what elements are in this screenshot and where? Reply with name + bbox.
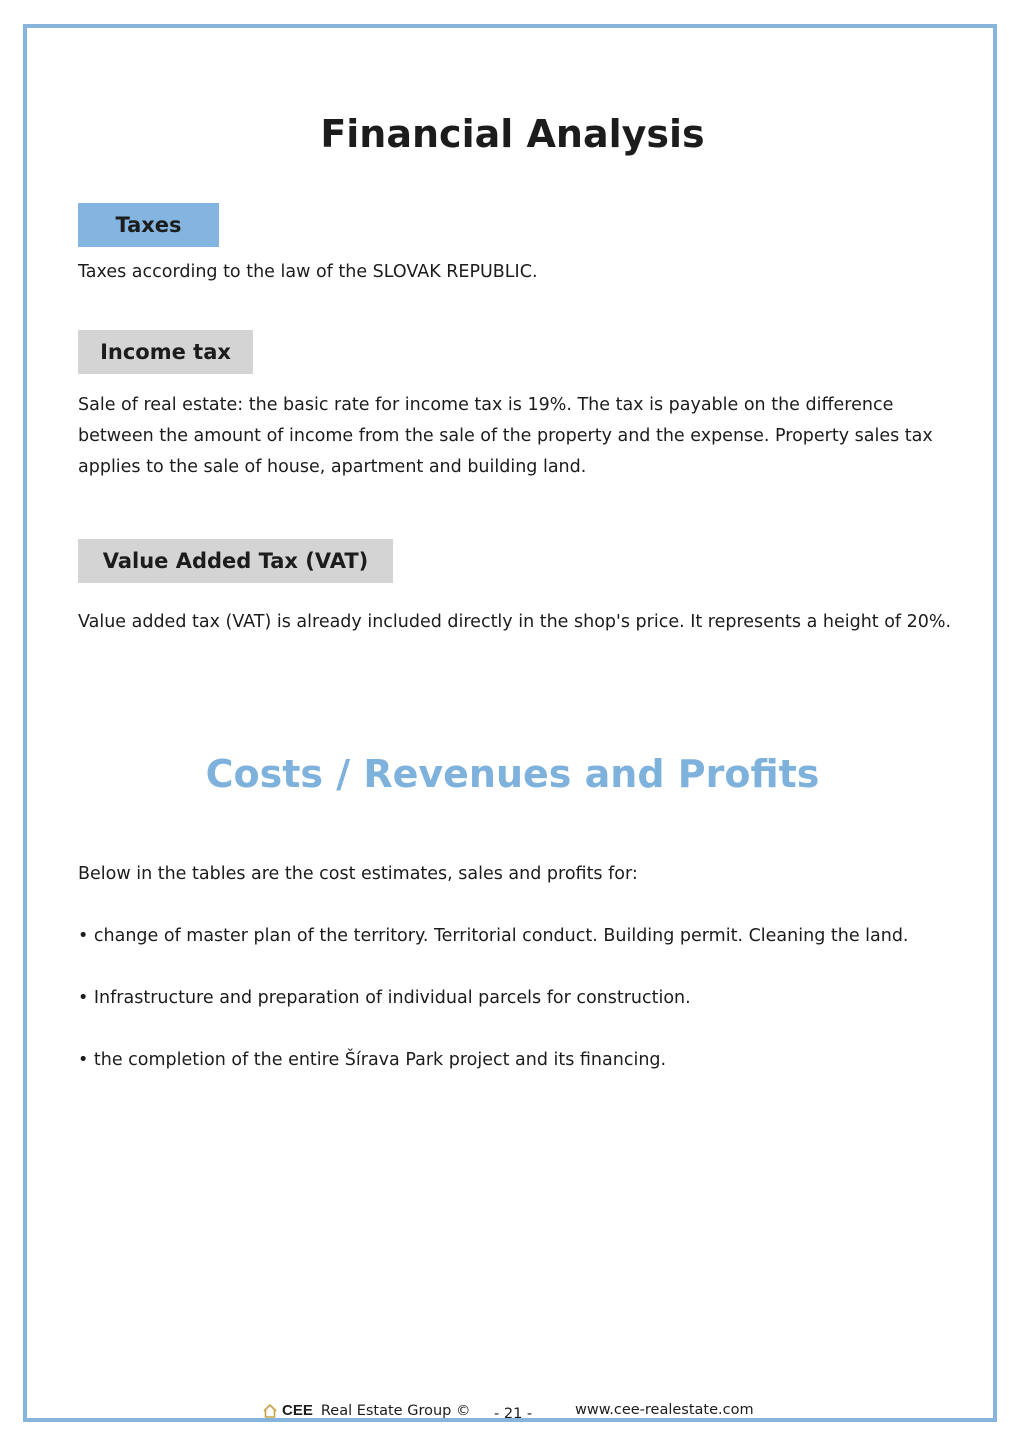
vat-heading: Value Added Tax (VAT) xyxy=(78,539,393,583)
house-icon xyxy=(263,1403,277,1418)
section-subtitle: Costs / Revenues and Profits xyxy=(205,752,820,796)
costs-bullet-2: • Infrastructure and preparation of indi… xyxy=(78,988,691,1008)
taxes-heading: Taxes xyxy=(78,203,219,247)
footer-brand: CEE Real Estate Group © xyxy=(262,1402,470,1419)
income-tax-text: Sale of real estate: the basic rate for … xyxy=(78,395,933,477)
costs-intro: Below in the tables are the cost estimat… xyxy=(78,864,638,884)
footer-website-link[interactable]: www.cee-realestate.com xyxy=(575,1402,754,1418)
taxes-text: Taxes according to the law of the SLOVAK… xyxy=(78,262,538,282)
costs-bullet-1: • change of master plan of the territory… xyxy=(78,926,909,946)
income-tax-heading: Income tax xyxy=(78,330,253,374)
footer-brand-short: CEE xyxy=(282,1402,313,1419)
vat-text: Value added tax (VAT) is already include… xyxy=(78,612,952,632)
costs-bullet-3: • the completion of the entire Šírava Pa… xyxy=(78,1050,667,1070)
page-title: Financial Analysis xyxy=(320,112,705,156)
page-footer: CEE Real Estate Group © - 21 - www.cee-r… xyxy=(0,1402,1025,1426)
page-number: - 21 - xyxy=(494,1406,533,1422)
footer-brand-rest: Real Estate Group © xyxy=(320,1402,471,1419)
